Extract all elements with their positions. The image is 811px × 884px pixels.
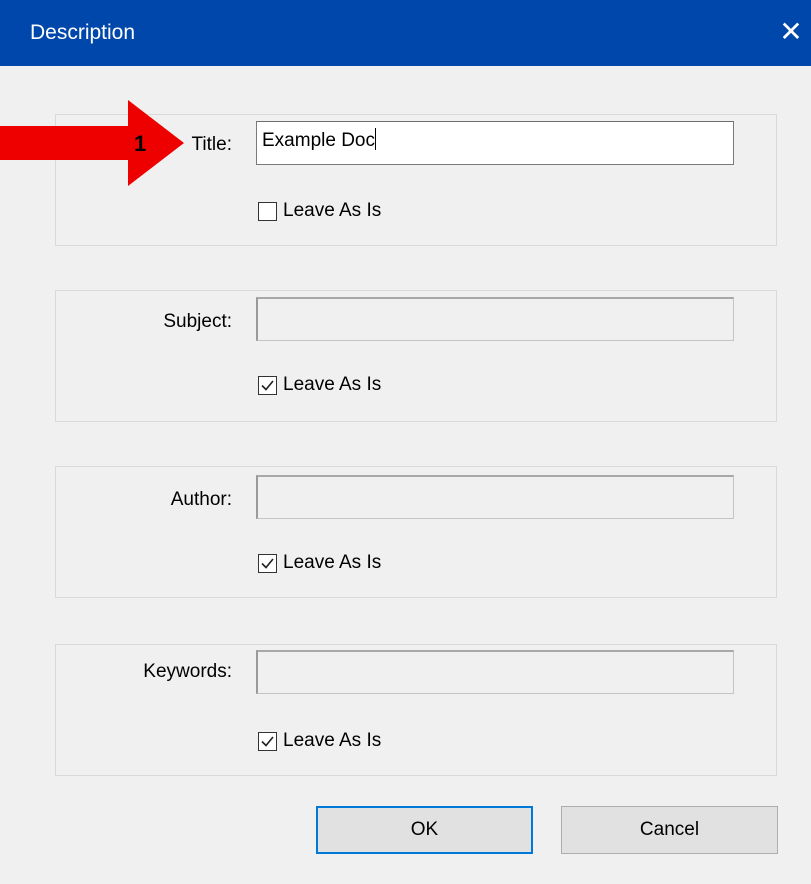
title-field[interactable]: Example Doc: [256, 121, 734, 165]
author-field[interactable]: [256, 475, 734, 519]
author-leave-as-is-checkbox[interactable]: Leave As Is: [258, 551, 381, 575]
text-caret: [375, 128, 376, 150]
annotation-number: 1: [134, 131, 147, 156]
subject-leave-as-is-checkbox[interactable]: Leave As Is: [258, 373, 381, 397]
author-leave-as-is-label: Leave As Is: [283, 552, 382, 573]
subject-label: Subject:: [163, 311, 232, 332]
subject-field[interactable]: [256, 297, 734, 341]
title-field-value: Example Doc: [262, 130, 375, 151]
close-icon[interactable]: ✕: [776, 14, 806, 50]
title-leave-as-is-checkbox[interactable]: Leave As Is: [258, 199, 381, 223]
keywords-field[interactable]: [256, 650, 734, 694]
ok-button[interactable]: OK: [316, 806, 533, 854]
checkbox-checked-icon: [258, 731, 277, 751]
keywords-leave-as-is-checkbox[interactable]: Leave As Is: [258, 729, 381, 753]
keywords-leave-as-is-label: Leave As Is: [283, 730, 382, 751]
dialog-title: Description: [30, 21, 136, 44]
title-leave-as-is-label: Leave As Is: [283, 200, 382, 221]
cancel-button[interactable]: Cancel: [561, 806, 778, 854]
checkbox-checked-icon: [258, 375, 277, 395]
author-label: Author:: [170, 489, 232, 510]
red-arrow-annotation-icon: [0, 100, 184, 186]
checkbox-checked-icon: [258, 553, 277, 573]
checkbox-unchecked-icon: [258, 201, 277, 221]
subject-leave-as-is-label: Leave As Is: [283, 374, 382, 395]
title-bar: Description ✕: [0, 0, 811, 66]
keywords-label: Keywords:: [143, 661, 232, 682]
